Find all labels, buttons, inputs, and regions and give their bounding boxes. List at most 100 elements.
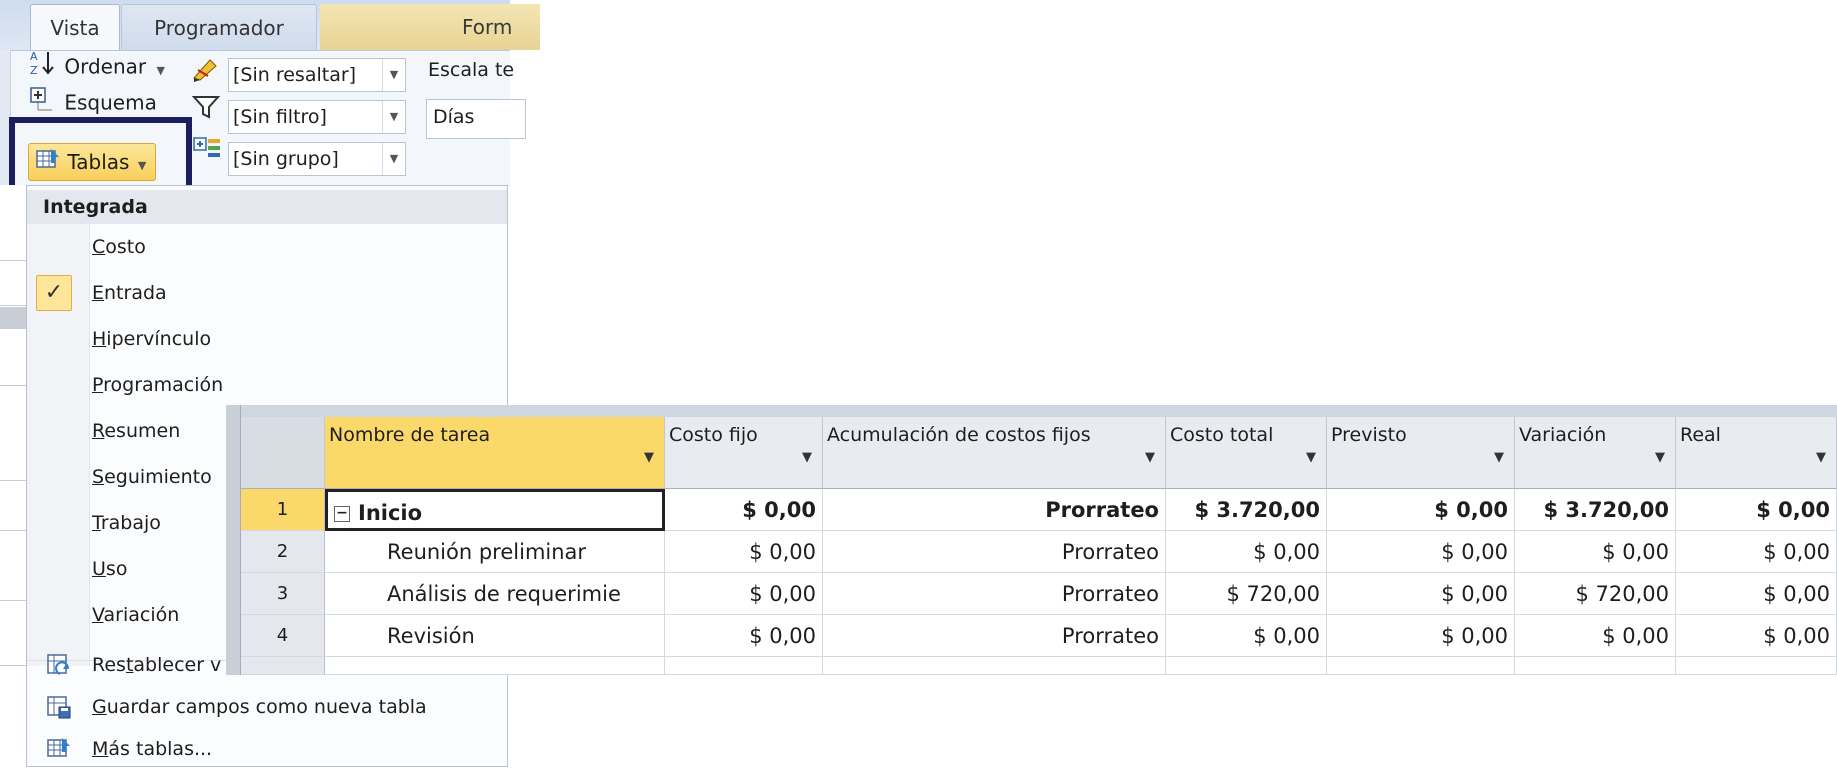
row-number[interactable]: 3 (241, 573, 325, 615)
chevron-down-icon[interactable]: ▼ (802, 446, 812, 470)
fixed-cost-cell[interactable] (665, 657, 823, 675)
filter-select[interactable]: [Sin filtro] ▼ (228, 100, 406, 134)
app-left-strip (0, 185, 26, 767)
column-header-baseline[interactable]: Previsto ▼ (1327, 417, 1515, 489)
chevron-down-icon[interactable]: ▼ (1145, 446, 1155, 470)
sort-button[interactable]: A Z Ordenar ▼ (28, 48, 165, 82)
menu-item-hipervinculo[interactable]: Hipervínculo (92, 319, 211, 359)
table-left-border (226, 405, 241, 675)
menu-item-reset-defaults[interactable]: Restablecer v (92, 645, 221, 685)
column-header-fixed-cost[interactable]: Costo fijo ▼ (665, 417, 823, 489)
group-icon (192, 136, 222, 169)
more-tables-icon (46, 736, 70, 760)
highlight-select-value: [Sin resaltar] (233, 64, 357, 86)
sort-label: Ordenar (64, 54, 147, 79)
row-number[interactable]: 1 (241, 489, 325, 531)
menu-item-costo[interactable]: Costo (92, 227, 146, 267)
chevron-down-icon[interactable]: ▼ (1816, 446, 1826, 470)
chevron-down-icon[interactable]: ▼ (382, 143, 405, 175)
actual-cell[interactable] (1676, 657, 1837, 675)
tab-formato[interactable]: Form (320, 4, 540, 50)
total-cost-cell[interactable]: $ 3.720,00 (1166, 489, 1327, 531)
table-top-border (226, 405, 1837, 417)
column-header-task-name[interactable]: Nombre de tarea ▼ (325, 417, 665, 489)
total-cost-cell[interactable]: $ 0,00 (1166, 615, 1327, 657)
total-cost-cell[interactable] (1166, 657, 1327, 675)
menu-item-uso[interactable]: Uso (92, 549, 127, 589)
chevron-down-icon[interactable]: ▼ (1494, 446, 1504, 470)
variance-cell[interactable]: $ 0,00 (1515, 531, 1676, 573)
menu-item-save-as-new-table[interactable]: Guardar campos como nueva tabla (92, 687, 427, 727)
menu-item-trabajo[interactable]: Trabajo (92, 503, 161, 543)
chevron-down-icon[interactable]: ▼ (1306, 446, 1316, 470)
accrual-cell[interactable]: Prorrateo (823, 573, 1166, 615)
svg-text:A: A (30, 50, 38, 63)
variance-cell[interactable] (1515, 657, 1676, 675)
menu-item-variacion[interactable]: Variación (92, 595, 179, 635)
variance-cell[interactable]: $ 720,00 (1515, 573, 1676, 615)
group-select[interactable]: [Sin grupo] ▼ (228, 142, 406, 176)
fixed-cost-cell[interactable]: $ 0,00 (665, 615, 823, 657)
total-cost-cell[interactable]: $ 720,00 (1166, 573, 1327, 615)
actual-cell[interactable]: $ 0,00 (1676, 531, 1837, 573)
baseline-cell[interactable] (1327, 657, 1515, 675)
accrual-cell[interactable]: Prorrateo (823, 615, 1166, 657)
menu-item-seguimiento[interactable]: Seguimiento (92, 457, 212, 497)
variance-cell[interactable]: $ 0,00 (1515, 615, 1676, 657)
menu-item-resumen[interactable]: Resumen (92, 411, 180, 451)
column-header-variance[interactable]: Variación ▼ (1515, 417, 1676, 489)
header-row-number[interactable] (241, 417, 325, 489)
column-header-total-cost[interactable]: Costo total ▼ (1166, 417, 1327, 489)
highlight-select[interactable]: [Sin resaltar] ▼ (228, 58, 406, 92)
outline-button[interactable]: Esquema (28, 84, 157, 118)
chevron-down-icon: ▼ (156, 63, 165, 77)
total-cost-cell[interactable]: $ 0,00 (1166, 531, 1327, 573)
save-fields-icon (46, 694, 71, 719)
timescale-value: Días (433, 106, 475, 128)
tab-programador[interactable]: Programador (121, 4, 317, 50)
chevron-down-icon[interactable]: ▼ (1655, 446, 1665, 470)
task-name-cell[interactable] (325, 657, 665, 675)
timescale-select[interactable]: Días (426, 99, 526, 139)
column-header-fixed-cost-accrual[interactable]: Acumulación de costos fijos ▼ (823, 417, 1166, 489)
filter-icon (191, 94, 221, 125)
baseline-cell[interactable]: $ 0,00 (1327, 573, 1515, 615)
collapse-icon[interactable]: − (334, 506, 350, 522)
accrual-cell[interactable] (823, 657, 1166, 675)
row-number[interactable] (241, 657, 325, 675)
filter-select-value: [Sin filtro] (233, 106, 327, 128)
sort-az-icon: A Z (28, 48, 58, 88)
actual-cell[interactable]: $ 0,00 (1676, 489, 1837, 531)
menu-item-entrada[interactable]: Entrada (92, 273, 167, 313)
actual-cell[interactable]: $ 0,00 (1676, 615, 1837, 657)
variance-cell[interactable]: $ 3.720,00 (1515, 489, 1676, 531)
column-header-actual[interactable]: Real ▼ (1676, 417, 1837, 489)
actual-cell[interactable]: $ 0,00 (1676, 573, 1837, 615)
tab-vista[interactable]: Vista (30, 4, 120, 50)
group-select-value: [Sin grupo] (233, 148, 339, 170)
accrual-cell[interactable]: Prorrateo (823, 531, 1166, 573)
chevron-down-icon[interactable]: ▼ (382, 101, 405, 133)
menu-item-more-tables[interactable]: Más tablas... (92, 729, 212, 769)
baseline-cell[interactable]: $ 0,00 (1327, 531, 1515, 573)
row-number[interactable]: 4 (241, 615, 325, 657)
fixed-cost-cell[interactable]: $ 0,00 (665, 489, 823, 531)
menu-section-header: Integrada (27, 190, 507, 224)
fixed-cost-cell[interactable]: $ 0,00 (665, 531, 823, 573)
chevron-down-icon[interactable]: ▼ (382, 59, 405, 91)
baseline-cell[interactable]: $ 0,00 (1327, 615, 1515, 657)
task-name-cell[interactable]: Análisis de requerimie (325, 573, 665, 615)
fixed-cost-cell[interactable]: $ 0,00 (665, 573, 823, 615)
ribbon-tab-bar: Vista Programador Form (0, 0, 540, 50)
reset-table-icon (46, 652, 70, 676)
baseline-cell[interactable]: $ 0,00 (1327, 489, 1515, 531)
task-name-cell[interactable]: − Inicio (325, 489, 665, 531)
svg-text:Z: Z (30, 64, 38, 77)
chevron-down-icon[interactable]: ▼ (644, 446, 654, 470)
outline-label: Esquema (64, 90, 157, 115)
accrual-cell[interactable]: Prorrateo (823, 489, 1166, 531)
row-number[interactable]: 2 (241, 531, 325, 573)
task-name-cell[interactable]: Reunión preliminar (325, 531, 665, 573)
menu-item-programacion[interactable]: Programación (92, 365, 223, 405)
task-name-cell[interactable]: Revisión (325, 615, 665, 657)
